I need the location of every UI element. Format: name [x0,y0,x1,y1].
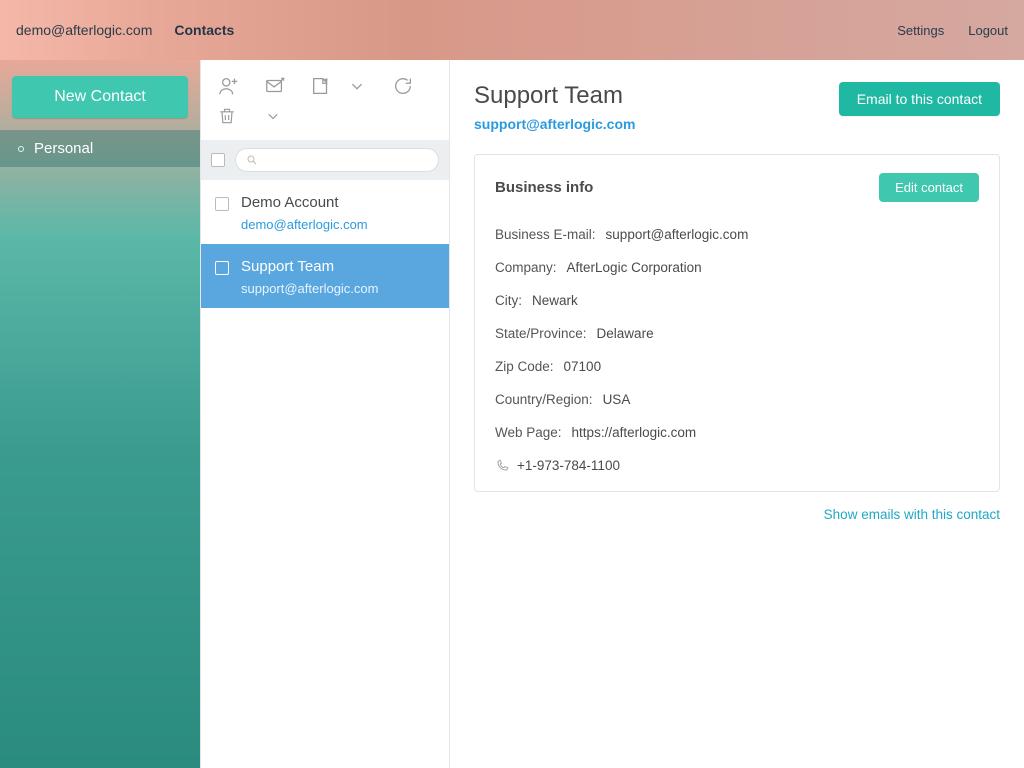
field-label: Company: [495,260,557,275]
search-row [201,140,449,180]
logout-link[interactable]: Logout [968,23,1008,38]
field-value: Newark [532,293,578,308]
row-checkbox[interactable] [215,197,229,211]
main: New Contact Personal [0,60,1024,768]
phone-value: +1-973-784-1100 [517,458,620,473]
search-icon [246,154,258,166]
show-emails-row: Show emails with this contact [474,506,1000,524]
dropdown-icon[interactable] [345,74,369,98]
compose-icon[interactable] [263,74,287,98]
page-title: Support Team [474,82,635,110]
business-info-card: Business info Edit contact Business E-ma… [474,154,1000,492]
search-input[interactable] [264,153,428,167]
phone-icon [495,459,509,473]
refresh-icon[interactable] [391,74,415,98]
row-text: Demo Account demo@afterlogic.com [241,194,368,232]
add-contact-icon[interactable] [217,74,241,98]
sidebar: New Contact Personal [0,60,200,768]
field-value: support@afterlogic.com [606,227,749,242]
field-zip: Zip Code: 07100 [495,350,979,383]
field-label: State/Province: [495,326,587,341]
detail-panel: Support Team support@afterlogic.com Emai… [450,60,1024,768]
trash-icon[interactable] [217,106,241,130]
edit-contact-button[interactable]: Edit contact [879,173,979,202]
field-web: Web Page: https://afterlogic.com [495,416,979,449]
field-label: City: [495,293,522,308]
bullet-icon [18,146,24,152]
field-business-email: Business E-mail: support@afterlogic.com [495,218,979,251]
search-box[interactable] [235,148,439,172]
contact-email: demo@afterlogic.com [241,217,368,232]
header: demo@afterlogic.com Contacts Settings Lo… [0,0,1024,60]
header-right: Settings Logout [897,23,1008,38]
list-item[interactable]: Support Team support@afterlogic.com [201,244,449,308]
row-checkbox[interactable] [215,261,229,275]
new-contact-button[interactable]: New Contact [12,76,188,118]
detail-title-block: Support Team support@afterlogic.com [474,82,635,132]
select-all-checkbox[interactable] [211,153,225,167]
contact-name: Support Team [241,258,378,275]
row-text: Support Team support@afterlogic.com [241,258,378,296]
contact-list-column: Demo Account demo@afterlogic.com Support… [200,60,450,768]
field-company: Company: AfterLogic Corporation [495,251,979,284]
field-country: Country/Region: USA [495,383,979,416]
card-header: Business info Edit contact [495,173,979,202]
detail-email[interactable]: support@afterlogic.com [474,116,635,132]
header-left: demo@afterlogic.com Contacts [16,22,234,38]
account-email[interactable]: demo@afterlogic.com [16,22,152,38]
field-value: AfterLogic Corporation [567,260,702,275]
field-value: https://afterlogic.com [572,425,697,440]
list-toolbar [201,60,449,106]
show-emails-link[interactable]: Show emails with this contact [824,507,1000,522]
email-contact-button[interactable]: Email to this contact [839,82,1000,116]
list-toolbar-row2 [201,106,449,140]
import-icon[interactable] [309,74,333,98]
contact-email: support@afterlogic.com [241,281,378,296]
field-label: Web Page: [495,425,562,440]
field-label: Business E-mail: [495,227,596,242]
field-value: 07100 [564,359,602,374]
tab-contacts[interactable]: Contacts [174,22,234,38]
card-title: Business info [495,179,593,196]
list-item[interactable]: Demo Account demo@afterlogic.com [201,180,449,244]
sidebar-item-personal[interactable]: Personal [0,130,200,167]
more-dropdown-icon[interactable] [263,106,287,130]
field-city: City: Newark [495,284,979,317]
field-state: State/Province: Delaware [495,317,979,350]
contact-name: Demo Account [241,194,368,211]
field-value: Delaware [597,326,654,341]
detail-header: Support Team support@afterlogic.com Emai… [474,82,1000,132]
field-value: USA [603,392,631,407]
sidebar-item-label: Personal [34,140,93,157]
field-label: Zip Code: [495,359,554,374]
field-label: Country/Region: [495,392,593,407]
field-phone: +1-973-784-1100 [495,449,979,473]
settings-link[interactable]: Settings [897,23,944,38]
